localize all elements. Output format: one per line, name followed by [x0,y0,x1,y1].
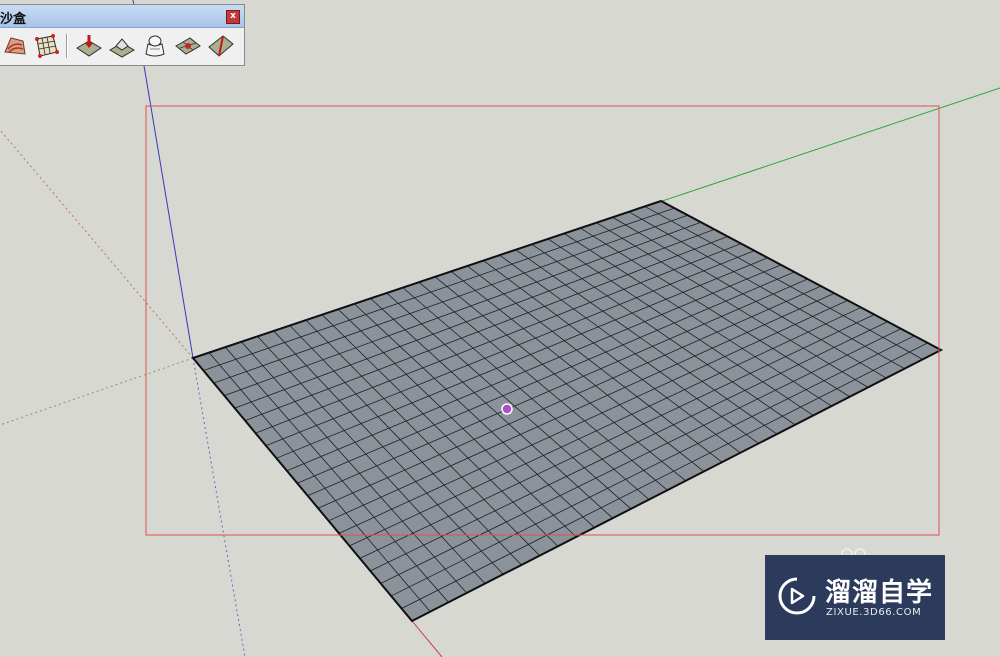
add-detail-button[interactable] [174,32,202,60]
close-button[interactable]: x [226,10,240,24]
flip-edge-button[interactable] [207,32,235,60]
toolbar-titlebar[interactable]: 沙盒 x [0,5,244,28]
from-scratch-icon [35,34,59,58]
sandbox-toolbar: 沙盒 x [0,4,245,66]
toolbar-title: 沙盒 [0,12,27,27]
from-scratch-button[interactable] [33,32,61,60]
smoove-button[interactable] [75,32,103,60]
play-logo-icon [778,577,816,615]
smoove-icon [76,35,102,57]
watermark-domain: ZIXUE.3D66.COM [826,607,922,618]
add-detail-icon [175,37,201,55]
stamp-button[interactable] [108,32,136,60]
from-contours-button[interactable] [1,32,29,60]
watermark-logo: 溜溜自学 ZIXUE.3D66.COM [765,555,945,640]
center-point[interactable] [501,403,513,415]
green-axis-dotted [0,357,194,426]
toolbar-separator [66,34,68,58]
watermark-brand: 溜溜自学 [825,578,934,608]
flip-edge-icon [208,35,234,57]
red-axis-dotted [0,129,194,359]
drape-button[interactable] [141,32,169,60]
drape-icon [145,35,165,57]
from-contours-icon [4,37,26,55]
stamp-icon [109,38,135,58]
